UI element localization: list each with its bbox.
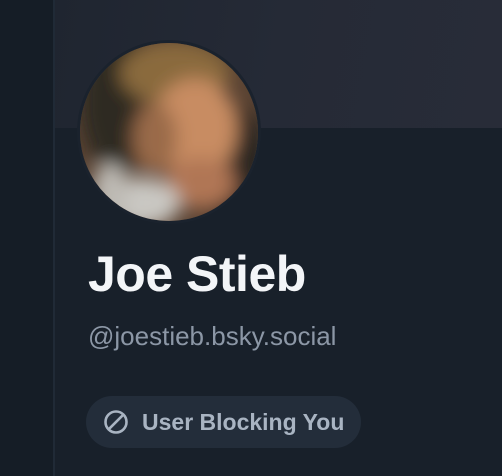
profile-page: Joe Stieb @joestieb.bsky.social User Blo…	[0, 0, 502, 476]
user-handle[interactable]: @joestieb.bsky.social	[88, 318, 336, 354]
display-name: Joe Stieb	[88, 246, 306, 302]
left-gutter	[0, 0, 53, 476]
avatar-photo-icon	[80, 43, 258, 221]
user-blocking-you-badge: User Blocking You	[86, 396, 362, 448]
block-badge-label: User Blocking You	[142, 408, 345, 435]
avatar[interactable]	[80, 43, 258, 221]
block-icon	[102, 408, 130, 436]
